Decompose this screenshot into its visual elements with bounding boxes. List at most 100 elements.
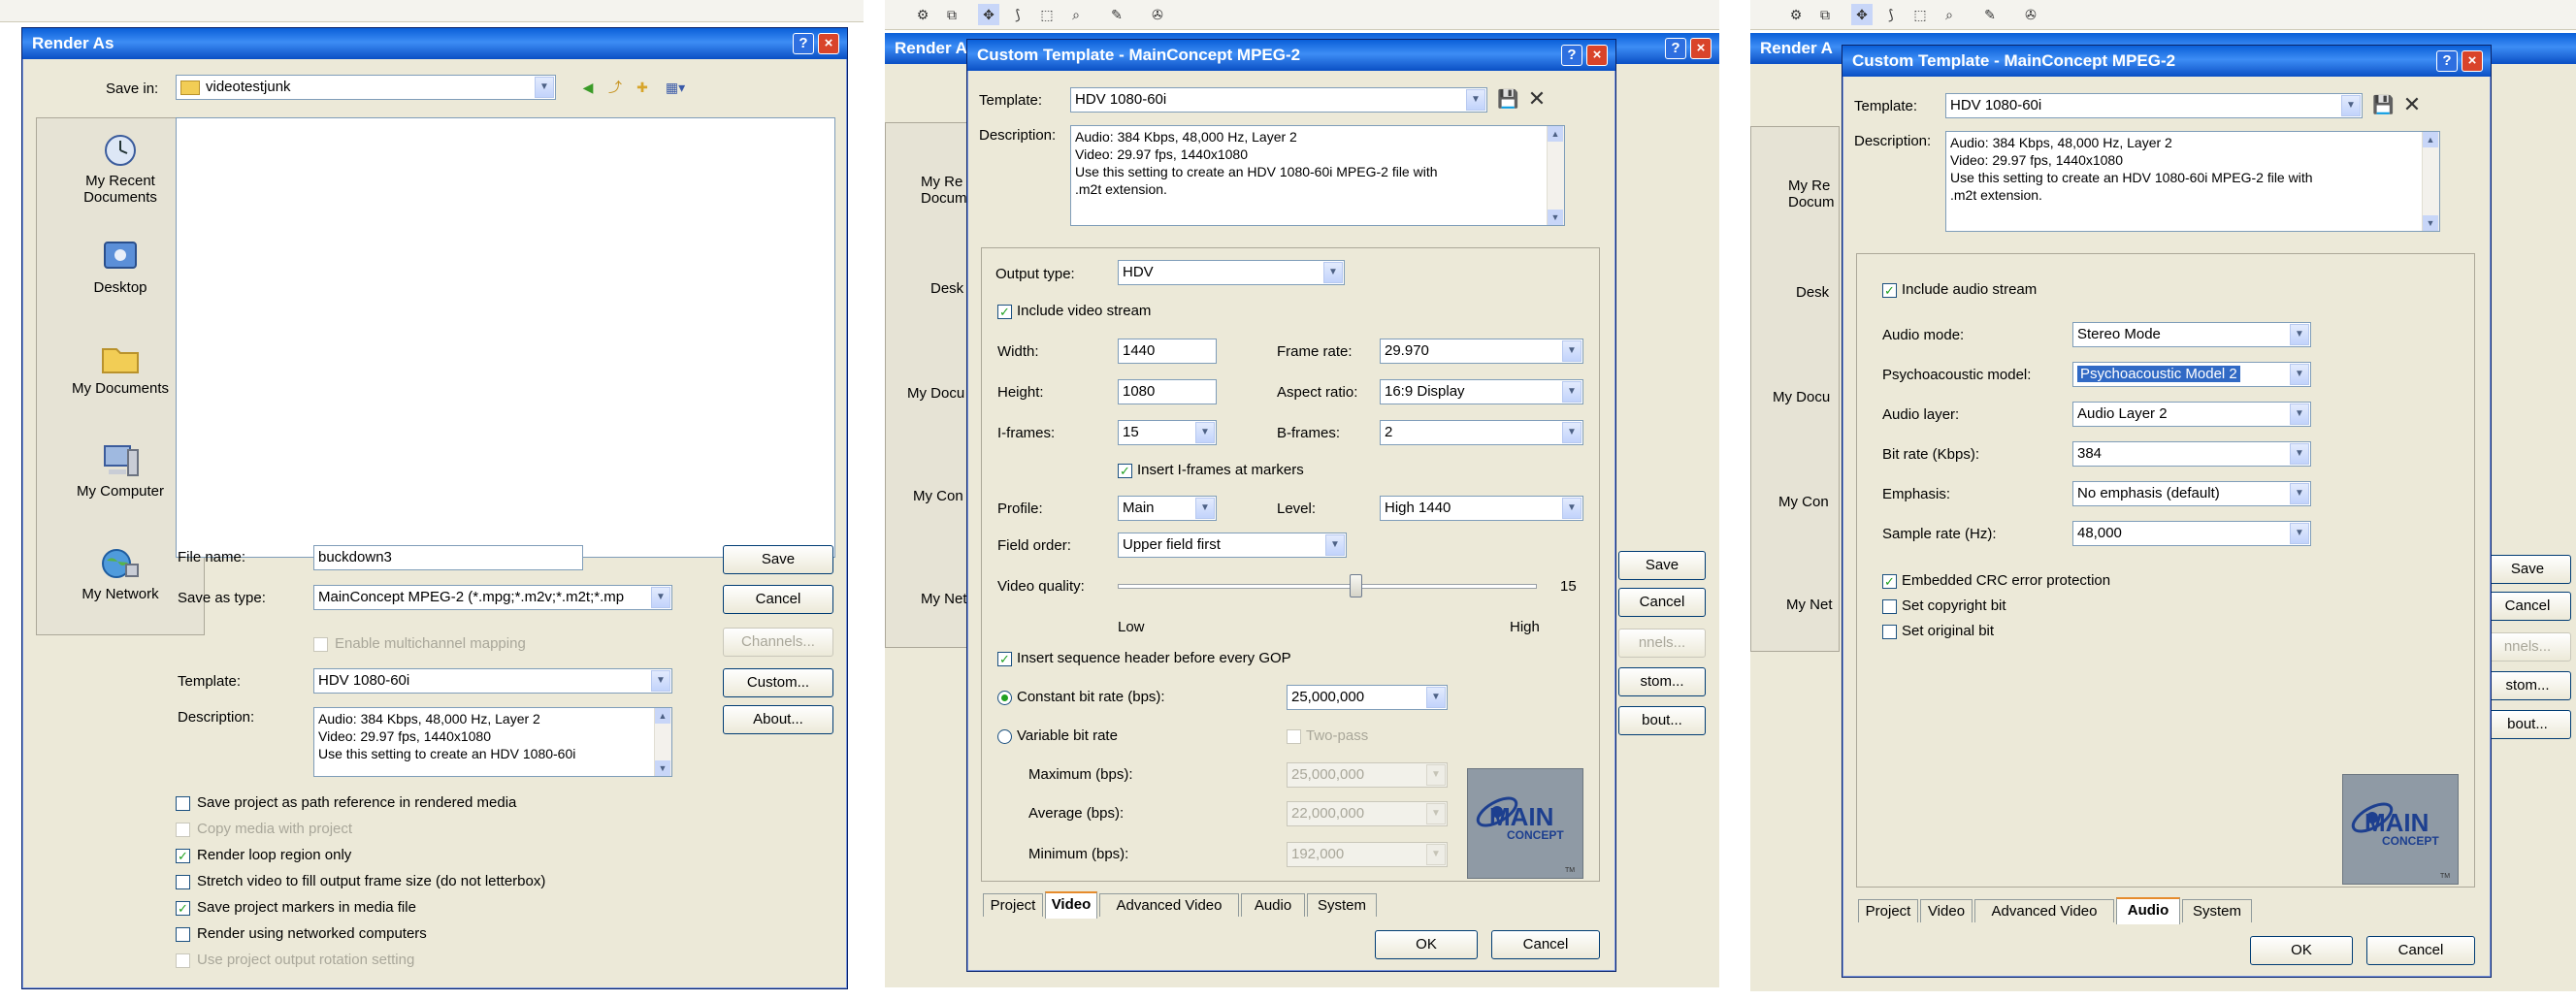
chevron-down-icon[interactable]: ▼ [1426, 844, 1446, 865]
chevron-down-icon[interactable]: ▼ [1562, 381, 1581, 403]
scroll-up-icon[interactable]: ▲ [2423, 132, 2438, 147]
video-quality-track[interactable] [1118, 584, 1537, 589]
chevron-down-icon[interactable]: ▼ [651, 587, 670, 608]
description-scrollbar[interactable]: ▲ ▼ [2422, 132, 2439, 231]
tab-audio[interactable]: Audio [1241, 893, 1305, 917]
scroll-up-icon[interactable]: ▲ [655, 708, 670, 724]
template-dropdown[interactable]: HDV 1080-60i ▼ [1070, 87, 1487, 113]
vbr-radio[interactable] [997, 729, 1012, 744]
tab-project[interactable]: Project [1858, 899, 1918, 922]
about-button[interactable]: About... [723, 705, 833, 734]
background-help-button[interactable]: ? [1665, 38, 1686, 59]
profile-dropdown[interactable]: Main ▼ [1118, 496, 1217, 521]
cancel-button[interactable]: Cancel [2366, 936, 2475, 965]
include-video-checkbox[interactable]: ✓ [997, 305, 1012, 319]
chevron-down-icon[interactable]: ▼ [2341, 95, 2361, 116]
chevron-down-icon[interactable]: ▼ [1426, 803, 1446, 824]
video-quality-slider[interactable] [1350, 574, 1363, 597]
chevron-down-icon[interactable]: ▼ [1562, 498, 1581, 519]
tab-system[interactable]: System [1307, 893, 1377, 917]
toolbar-icon[interactable]: ⬚ [1909, 4, 1931, 25]
chevron-down-icon[interactable]: ▼ [2290, 443, 2309, 465]
toolbar-icon[interactable]: ⟆ [1880, 4, 1902, 25]
emphasis-dropdown[interactable]: No emphasis (default) ▼ [2072, 481, 2311, 506]
help-button[interactable]: ? [793, 33, 814, 54]
height-input[interactable]: 1080 [1118, 379, 1217, 404]
output-type-dropdown[interactable]: HDV ▼ [1118, 260, 1345, 285]
background-custom-button[interactable]: stom... [1618, 667, 1706, 696]
toolbar-icon[interactable]: ⟆ [1007, 4, 1028, 25]
chevron-down-icon[interactable]: ▼ [1562, 340, 1581, 362]
background-channels-button[interactable]: nnels... [2484, 632, 2571, 662]
toolbar-icon[interactable]: ⬚ [1036, 4, 1058, 25]
toolbar-icon[interactable]: ✇ [1147, 4, 1168, 25]
description-scrollbar[interactable]: ▲ ▼ [1547, 126, 1564, 225]
close-button[interactable]: × [818, 33, 839, 54]
tab-system[interactable]: System [2182, 899, 2252, 922]
original-checkbox[interactable] [1882, 625, 1897, 639]
background-custom-button[interactable]: stom... [2484, 671, 2571, 700]
toolbar-icon[interactable]: ✥ [1851, 4, 1873, 25]
save-button[interactable]: Save [723, 545, 833, 574]
ok-button[interactable]: OK [1375, 930, 1478, 959]
render-option-checkbox[interactable]: ✓ [176, 849, 190, 863]
toolbar-icon[interactable]: ✎ [1979, 4, 2001, 25]
toolbar-icon[interactable]: ✎ [1106, 4, 1127, 25]
sample-rate-dropdown[interactable]: 48,000 ▼ [2072, 521, 2311, 546]
template-dropdown[interactable]: HDV 1080-60i ▼ [313, 668, 672, 694]
delete-template-icon[interactable]: ✕ [2401, 94, 2423, 115]
width-input[interactable]: 1440 [1118, 339, 1217, 364]
toolbar-icon[interactable]: ⚙ [1785, 4, 1807, 25]
chevron-down-icon[interactable]: ▼ [1195, 422, 1215, 443]
max-bps-dropdown[interactable]: 25,000,000 ▼ [1287, 762, 1448, 788]
chevron-down-icon[interactable]: ▼ [1562, 422, 1581, 443]
insert-seq-header-checkbox[interactable]: ✓ [997, 652, 1012, 666]
template-dropdown[interactable]: HDV 1080-60i ▼ [1945, 93, 2363, 118]
background-cancel-button[interactable]: Cancel [1618, 588, 1706, 617]
ok-button[interactable]: OK [2250, 936, 2353, 965]
render-option-checkbox[interactable] [176, 927, 190, 942]
background-save-button[interactable]: Save [2484, 555, 2571, 584]
render-option-checkbox[interactable] [176, 953, 190, 968]
cancel-button[interactable]: Cancel [1491, 930, 1600, 959]
include-audio-checkbox[interactable]: ✓ [1882, 283, 1897, 298]
render-option-checkbox[interactable] [176, 823, 190, 837]
save-as-type-dropdown[interactable]: MainConcept MPEG-2 (*.mpg;*.m2v;*.m2t;*.… [313, 585, 672, 610]
scroll-down-icon[interactable]: ▼ [2423, 215, 2438, 231]
bit-rate-dropdown[interactable]: 384 ▼ [2072, 441, 2311, 467]
background-close-button[interactable]: × [1690, 38, 1712, 59]
iframes-dropdown[interactable]: 15 ▼ [1118, 420, 1217, 445]
psychoacoustic-dropdown[interactable]: Psychoacoustic Model 2 ▼ [2072, 362, 2311, 387]
file-list[interactable] [176, 117, 835, 558]
help-button[interactable]: ? [1561, 45, 1582, 66]
custom-button[interactable]: Custom... [723, 668, 833, 697]
cbr-radio[interactable] [997, 691, 1012, 705]
min-bps-dropdown[interactable]: 192,000 ▼ [1287, 842, 1448, 867]
chevron-down-icon[interactable]: ▼ [1466, 89, 1485, 111]
background-cancel-button[interactable]: Cancel [2484, 592, 2571, 621]
close-button[interactable]: × [2462, 50, 2483, 72]
copyright-checkbox[interactable] [1882, 599, 1897, 614]
render-option-checkbox[interactable] [176, 875, 190, 889]
two-pass-checkbox[interactable] [1287, 729, 1301, 744]
aspect-ratio-dropdown[interactable]: 16:9 Display ▼ [1380, 379, 1583, 404]
render-option-checkbox[interactable]: ✓ [176, 901, 190, 916]
background-about-button[interactable]: bout... [1618, 706, 1706, 735]
save-template-icon[interactable]: 💾 [1497, 88, 1518, 110]
render-option-checkbox[interactable] [176, 796, 190, 811]
tab-video[interactable]: Video [1920, 899, 1973, 922]
toolbar-icon[interactable]: ⚙ [912, 4, 933, 25]
new-folder-icon[interactable]: ✚ [632, 77, 653, 98]
background-channels-button[interactable]: nnels... [1618, 629, 1706, 658]
scroll-down-icon[interactable]: ▼ [655, 760, 670, 776]
cbr-dropdown[interactable]: 25,000,000 ▼ [1287, 685, 1448, 710]
background-save-button[interactable]: Save [1618, 551, 1706, 580]
tab-advanced-video[interactable]: Advanced Video [1099, 893, 1239, 917]
close-button[interactable]: × [1586, 45, 1608, 66]
scroll-up-icon[interactable]: ▲ [1548, 126, 1563, 142]
enable-multichannel-checkbox[interactable] [313, 637, 328, 652]
tab-video[interactable]: Video [1045, 891, 1097, 919]
avg-bps-dropdown[interactable]: 22,000,000 ▼ [1287, 801, 1448, 826]
zoom-icon[interactable]: ⌕ [1939, 4, 1960, 25]
save-in-dropdown[interactable]: videotestjunk ▼ [176, 75, 556, 100]
